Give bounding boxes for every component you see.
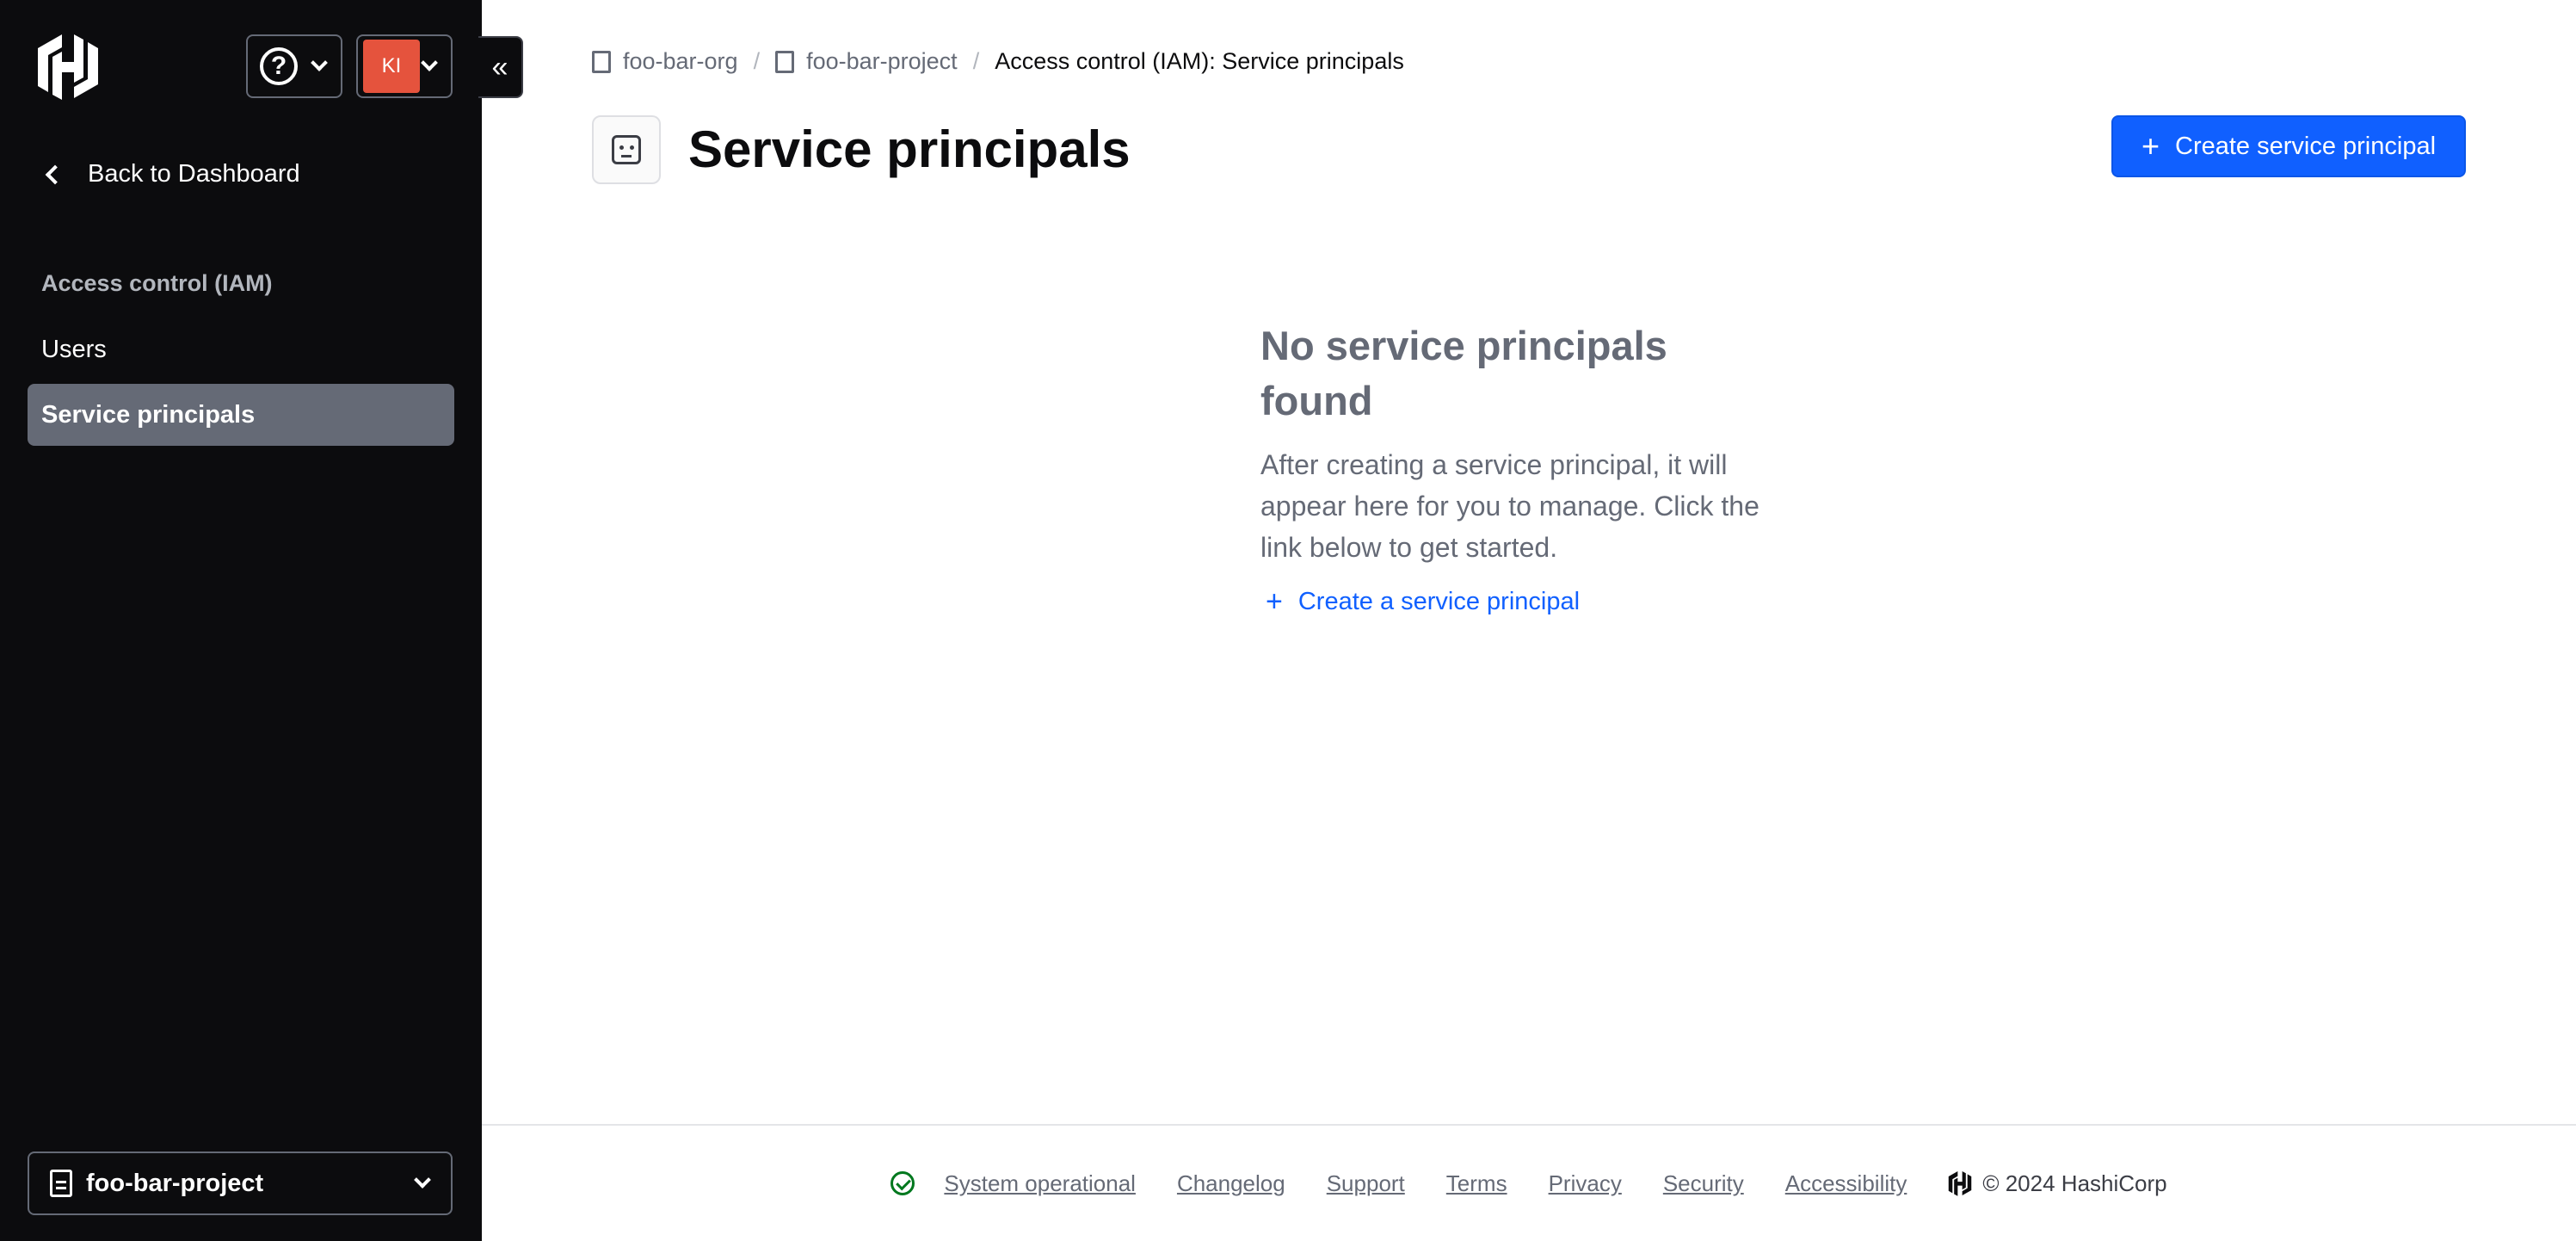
hashicorp-logo[interactable]	[36, 33, 100, 100]
system-status-link[interactable]: System operational	[944, 1170, 1136, 1197]
page-title: Service principals	[688, 120, 1131, 178]
empty-state-title: No service principals found	[1260, 323, 1667, 423]
breadcrumb-separator: /	[753, 48, 761, 74]
empty-state: No service principals found After creati…	[1260, 318, 1777, 616]
double-chevron-left-icon: «	[491, 50, 508, 83]
help-menu-button[interactable]: ?	[246, 34, 342, 98]
chevron-down-icon	[414, 1171, 431, 1189]
create-service-principal-button[interactable]: + Create service principal	[2111, 115, 2466, 177]
project-icon	[50, 1170, 72, 1197]
sidebar-item-users[interactable]: Users	[28, 318, 454, 380]
sidebar-section-label: Access control (IAM)	[41, 270, 273, 296]
building-icon	[592, 50, 611, 73]
breadcrumb-current: Access control (IAM): Service principals	[995, 48, 1404, 74]
footer-link-support[interactable]: Support	[1327, 1170, 1405, 1197]
collapse-sidebar-button[interactable]: «	[478, 36, 523, 98]
footer-link-changelog[interactable]: Changelog	[1177, 1170, 1285, 1197]
sidebar-item-label: Service principals	[41, 400, 256, 429]
footer: System operational Changelog Support Ter…	[482, 1124, 2576, 1241]
user-menu-button[interactable]: KI	[356, 34, 453, 98]
robot-icon	[612, 135, 641, 164]
avatar: KI	[363, 40, 420, 93]
footer-link-terms[interactable]: Terms	[1446, 1170, 1507, 1197]
breadcrumb: foo-bar-org / foo-bar-project / Access c…	[592, 48, 1404, 75]
project-switcher[interactable]: foo-bar-project	[28, 1151, 453, 1215]
breadcrumb-project-label: foo-bar-project	[806, 48, 958, 74]
help-icon: ?	[260, 47, 298, 85]
sidebar: ? KI Back to Dashboard Access control (I…	[0, 0, 482, 1241]
create-service-principal-link[interactable]: + Create a service principal	[1260, 587, 1777, 616]
footer-link-accessibility[interactable]: Accessibility	[1785, 1170, 1907, 1197]
back-to-dashboard-label: Back to Dashboard	[88, 160, 300, 188]
create-service-principal-label: Create service principal	[2175, 132, 2437, 160]
create-service-principal-link-label: Create a service principal	[1297, 587, 1581, 615]
file-icon	[775, 50, 795, 73]
sidebar-item-service-principals[interactable]: Service principals	[28, 384, 454, 446]
plus-icon: +	[1266, 585, 1283, 618]
empty-state-body: After creating a service principal, it w…	[1260, 449, 1759, 563]
page-icon	[592, 115, 661, 184]
breadcrumb-org-label: foo-bar-org	[623, 48, 738, 74]
check-circle-icon	[891, 1171, 915, 1195]
sidebar-item-label: Users	[41, 335, 107, 363]
chevron-left-icon	[45, 164, 65, 184]
footer-link-privacy[interactable]: Privacy	[1549, 1170, 1622, 1197]
copyright: © 2024 HashiCorp	[1982, 1170, 2167, 1196]
back-to-dashboard-link[interactable]: Back to Dashboard	[41, 160, 300, 188]
hashicorp-logo-icon	[1949, 1171, 1972, 1196]
footer-link-security[interactable]: Security	[1663, 1170, 1744, 1197]
chevron-down-icon	[311, 54, 328, 71]
plus-icon: +	[2141, 128, 2160, 164]
project-switcher-label: foo-bar-project	[86, 1169, 264, 1197]
chevron-down-icon	[421, 54, 438, 71]
breadcrumb-project[interactable]: foo-bar-project	[775, 48, 958, 75]
breadcrumb-org[interactable]: foo-bar-org	[592, 48, 738, 75]
breadcrumb-separator: /	[972, 48, 980, 74]
